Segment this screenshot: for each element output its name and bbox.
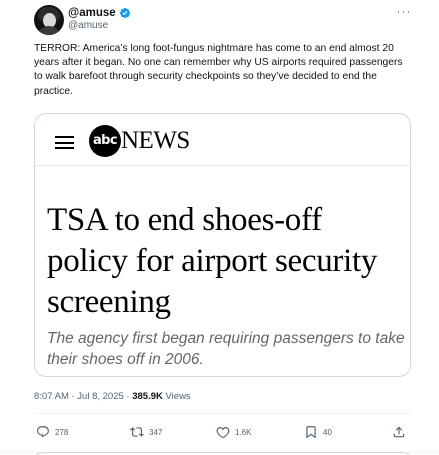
author-name-row[interactable]: @amuse bbox=[68, 6, 131, 20]
avatar[interactable] bbox=[34, 5, 64, 35]
views-label: Views bbox=[162, 391, 191, 402]
share-button[interactable] bbox=[392, 424, 406, 440]
post-meta: 8:07 AM · Jul 8, 2025 · 385.9K Views bbox=[34, 391, 191, 402]
verified-badge-icon bbox=[119, 7, 130, 19]
post-text: TERROR: America’s long foot-fungus night… bbox=[34, 43, 403, 97]
handle[interactable]: @amuse bbox=[68, 20, 108, 31]
bookmark-icon bbox=[306, 426, 316, 439]
bookmark-count: 40 bbox=[323, 427, 332, 437]
like-icon bbox=[216, 427, 230, 439]
reply-count: 278 bbox=[55, 427, 69, 437]
bookmark-button[interactable]: 40 bbox=[304, 424, 332, 440]
reply-icon bbox=[37, 426, 49, 438]
repost-button[interactable]: 347 bbox=[130, 424, 162, 440]
repost-icon bbox=[130, 427, 144, 437]
tweet: @amuse @amuse ··· TERROR: America’s long… bbox=[0, 0, 439, 455]
reply-button[interactable]: 278 bbox=[36, 424, 68, 440]
link-card[interactable]: abc NEWS TSA to end shoes-off policy for… bbox=[34, 113, 411, 377]
abc-logo: abc bbox=[89, 125, 121, 157]
like-button[interactable]: 1.6K bbox=[216, 424, 251, 440]
brand-wordmark: NEWS bbox=[121, 127, 190, 154]
card-header: abc NEWS bbox=[35, 114, 410, 166]
card-subhead: The agency first began requiring passeng… bbox=[47, 330, 405, 368]
more-options-icon[interactable]: ··· bbox=[396, 5, 412, 20]
views-count: 385.9K bbox=[132, 391, 163, 402]
like-count: 1.6K bbox=[235, 427, 252, 437]
share-icon bbox=[393, 426, 405, 438]
divider bbox=[34, 413, 411, 414]
hamburger-menu-icon bbox=[55, 136, 74, 149]
display-name[interactable]: @amuse bbox=[68, 7, 116, 19]
timestamp[interactable]: 8:07 AM · Jul 8, 2025 · bbox=[34, 391, 132, 402]
repost-count: 347 bbox=[149, 427, 163, 437]
card-headline: TSA to end shoes-off policy for airport … bbox=[47, 202, 378, 320]
